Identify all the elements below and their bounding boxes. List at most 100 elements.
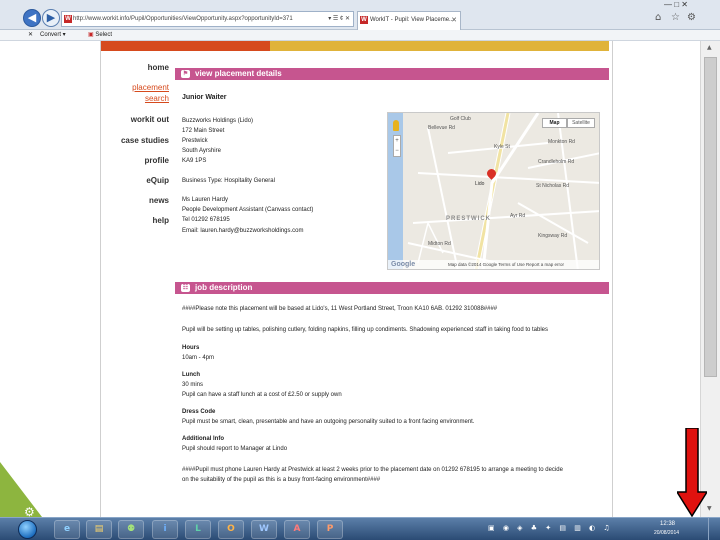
corner-badge bbox=[0, 462, 42, 517]
settings-gear-icon[interactable]: ⚙ bbox=[687, 12, 696, 23]
clock-date[interactable]: 20/08/2014 bbox=[654, 530, 679, 536]
dress-code-heading: Dress Code bbox=[182, 409, 216, 415]
taskbar-media-icon[interactable]: ⚉ bbox=[118, 520, 144, 539]
address-line-4: South Ayrshire bbox=[182, 148, 221, 154]
tab-close-icon[interactable]: ✕ bbox=[451, 12, 457, 29]
nav-news[interactable]: news bbox=[149, 196, 169, 205]
nav-equip[interactable]: eQuip bbox=[146, 176, 169, 185]
placement-details-header: ⚑ view placement details bbox=[175, 68, 609, 80]
convert-menu[interactable]: Convert ▾ bbox=[40, 31, 66, 38]
start-button-icon[interactable] bbox=[18, 520, 37, 539]
convert-label: Convert bbox=[40, 32, 62, 38]
clock-time[interactable]: 12:38 bbox=[660, 521, 675, 527]
nav-workit-out[interactable]: workit out bbox=[131, 115, 169, 124]
site-favicon-icon: W bbox=[64, 15, 72, 23]
taskbar-explorer-icon[interactable]: ▤ bbox=[86, 520, 112, 539]
taskbar-word-icon[interactable]: W bbox=[251, 520, 277, 539]
nav-help[interactable]: help bbox=[153, 216, 169, 225]
taskbar-info-icon[interactable]: i bbox=[152, 520, 178, 539]
map-label-kyle: Kyle St bbox=[494, 144, 510, 150]
scrollbar-thumb[interactable] bbox=[704, 57, 717, 377]
taskbar-outlook-icon[interactable]: O bbox=[218, 520, 244, 539]
map-label-midton: Midton Rd bbox=[428, 241, 451, 247]
address-bar[interactable]: W http://www.workit.info/Pupil/Opportuni… bbox=[61, 11, 354, 27]
map-town-label: PRESTWICK bbox=[446, 216, 491, 222]
contact-name: Ms Lauren Hardy bbox=[182, 197, 229, 203]
contact-tel: Tel 01292 678195 bbox=[182, 217, 230, 223]
map-marker-label: Lido bbox=[475, 181, 485, 187]
browser-titlebar: ◀ ▶ W http://www.workit.info/Pupil/Oppor… bbox=[0, 0, 720, 30]
red-down-arrow-icon bbox=[677, 428, 707, 518]
final-notice-line-1: ####Pupil must phone Lauren Hardy at Pre… bbox=[182, 467, 563, 473]
google-logo: Google bbox=[391, 261, 416, 268]
placement-details-title: view placement details bbox=[195, 69, 282, 78]
satellite-view-button[interactable]: Satellite bbox=[567, 118, 595, 128]
location-map[interactable]: + − Map Satellite Golf Club Bellevue Rd K… bbox=[387, 112, 600, 270]
map-streets bbox=[388, 113, 599, 269]
map-attribution[interactable]: Map data ©2014 Google Terms of Use Repor… bbox=[448, 260, 564, 269]
address-url: http://www.workit.info/Pupil/Opportuniti… bbox=[73, 16, 293, 22]
browser-tab-active[interactable]: W WorkIT - Pupil: View Placeme... ✕ bbox=[357, 11, 461, 30]
show-desktop-button[interactable] bbox=[708, 518, 720, 540]
tab-favicon-icon: W bbox=[360, 16, 368, 24]
home-icon[interactable]: ⌂ bbox=[655, 12, 661, 23]
map-label-crandleholm: Crandleholm Rd bbox=[538, 159, 575, 165]
favorites-star-icon[interactable]: ☆ bbox=[671, 12, 680, 23]
address-controls[interactable]: ▾ ☰ ¢ ✕ bbox=[325, 12, 350, 26]
nav-case-studies[interactable]: case studies bbox=[121, 136, 169, 145]
job-title: Junior Waiter bbox=[182, 94, 227, 101]
job-description-header: ☷ job description bbox=[175, 282, 609, 294]
dress-code-value: Pupil must be smart, clean, presentable … bbox=[182, 419, 475, 425]
nav-placement[interactable]: placement bbox=[132, 83, 169, 92]
close-toolbar-icon[interactable]: ✕ bbox=[28, 31, 33, 38]
hours-heading: Hours bbox=[182, 345, 200, 351]
additional-info-value: Pupil should report to Manager at Lindo bbox=[182, 446, 288, 452]
address-line-5: KA9 1PS bbox=[182, 158, 207, 164]
map-footer: Map data ©2014 Google Terms of Use Repor… bbox=[388, 260, 599, 269]
address-line-1: Buzzworks Holdings (Lido) bbox=[182, 118, 254, 124]
main-content: ⚑ view placement details Junior Waiter B… bbox=[175, 41, 609, 517]
command-bar: ✕ Convert ▾ ▣ Select bbox=[0, 30, 720, 41]
nav-home[interactable]: home bbox=[148, 63, 169, 72]
lunch-heading: Lunch bbox=[182, 372, 200, 378]
placement-section-icon: ⚑ bbox=[181, 70, 190, 78]
page-border-left bbox=[100, 41, 101, 517]
taskbar-lync-icon[interactable]: L bbox=[185, 520, 211, 539]
windows-taskbar: e ▤ ⚉ i L O W A P ▣ ◉ ◈ ♣ ✦ ▤ ▥ ◐ ♫ 12:3… bbox=[0, 517, 720, 540]
job-section-icon: ☷ bbox=[181, 284, 190, 292]
nav-profile[interactable]: profile bbox=[145, 156, 169, 165]
scroll-down-icon[interactable]: ▼ bbox=[707, 505, 712, 512]
scroll-up-icon[interactable]: ▲ bbox=[707, 44, 712, 51]
web-page: home placement search workit out case st… bbox=[0, 41, 700, 517]
job-notice: ####Please note this placement will be b… bbox=[182, 306, 498, 312]
select-button[interactable]: ▣ Select bbox=[88, 31, 112, 38]
map-label-st-nicholas: St Nicholas Rd bbox=[536, 183, 570, 189]
lunch-value: 30 mins bbox=[182, 382, 204, 388]
map-label-kingsway: Kingsway Rd bbox=[538, 233, 568, 239]
taskbar-ie-icon[interactable]: e bbox=[54, 520, 80, 539]
contact-email[interactable]: Email: lauren.hardy@buzzworksholdings.co… bbox=[182, 227, 303, 235]
system-tray-icons[interactable]: ▣ ◉ ◈ ♣ ✦ ▤ ▥ ◐ ♫ bbox=[488, 524, 613, 532]
job-description-title: job description bbox=[195, 283, 253, 292]
business-type: Business Type: Hospitality General bbox=[182, 178, 275, 184]
select-label: Select bbox=[95, 32, 113, 38]
map-view-button[interactable]: Map bbox=[542, 118, 567, 128]
map-label-ayr: Ayr Rd bbox=[510, 213, 526, 219]
page-border-right bbox=[612, 41, 613, 517]
screen: ◀ ▶ W http://www.workit.info/Pupil/Oppor… bbox=[0, 0, 720, 540]
address-line-3: Prestwick bbox=[182, 138, 208, 144]
additional-info-heading: Additional Info bbox=[182, 436, 224, 442]
forward-button[interactable]: ▶ bbox=[42, 9, 60, 27]
map-zoom-control[interactable]: + − bbox=[393, 135, 401, 157]
taskbar-powerpoint-icon[interactable]: P bbox=[317, 520, 343, 539]
street-view-pegman-icon[interactable] bbox=[393, 120, 399, 131]
map-label-monkton: Monkton Rd bbox=[548, 139, 575, 145]
hours-value: 10am - 4pm bbox=[182, 355, 215, 361]
window-controls[interactable]: — □ ✕ bbox=[664, 0, 688, 9]
address-line-2: 172 Main Street bbox=[182, 128, 225, 134]
back-button[interactable]: ◀ bbox=[23, 9, 41, 27]
nav-search[interactable]: search bbox=[145, 94, 169, 103]
taskbar-acrobat-icon[interactable]: A bbox=[284, 520, 310, 539]
map-label-bellevue: Bellevue Rd bbox=[428, 125, 455, 131]
job-summary: Pupil will be setting up tables, polishi… bbox=[182, 327, 548, 333]
